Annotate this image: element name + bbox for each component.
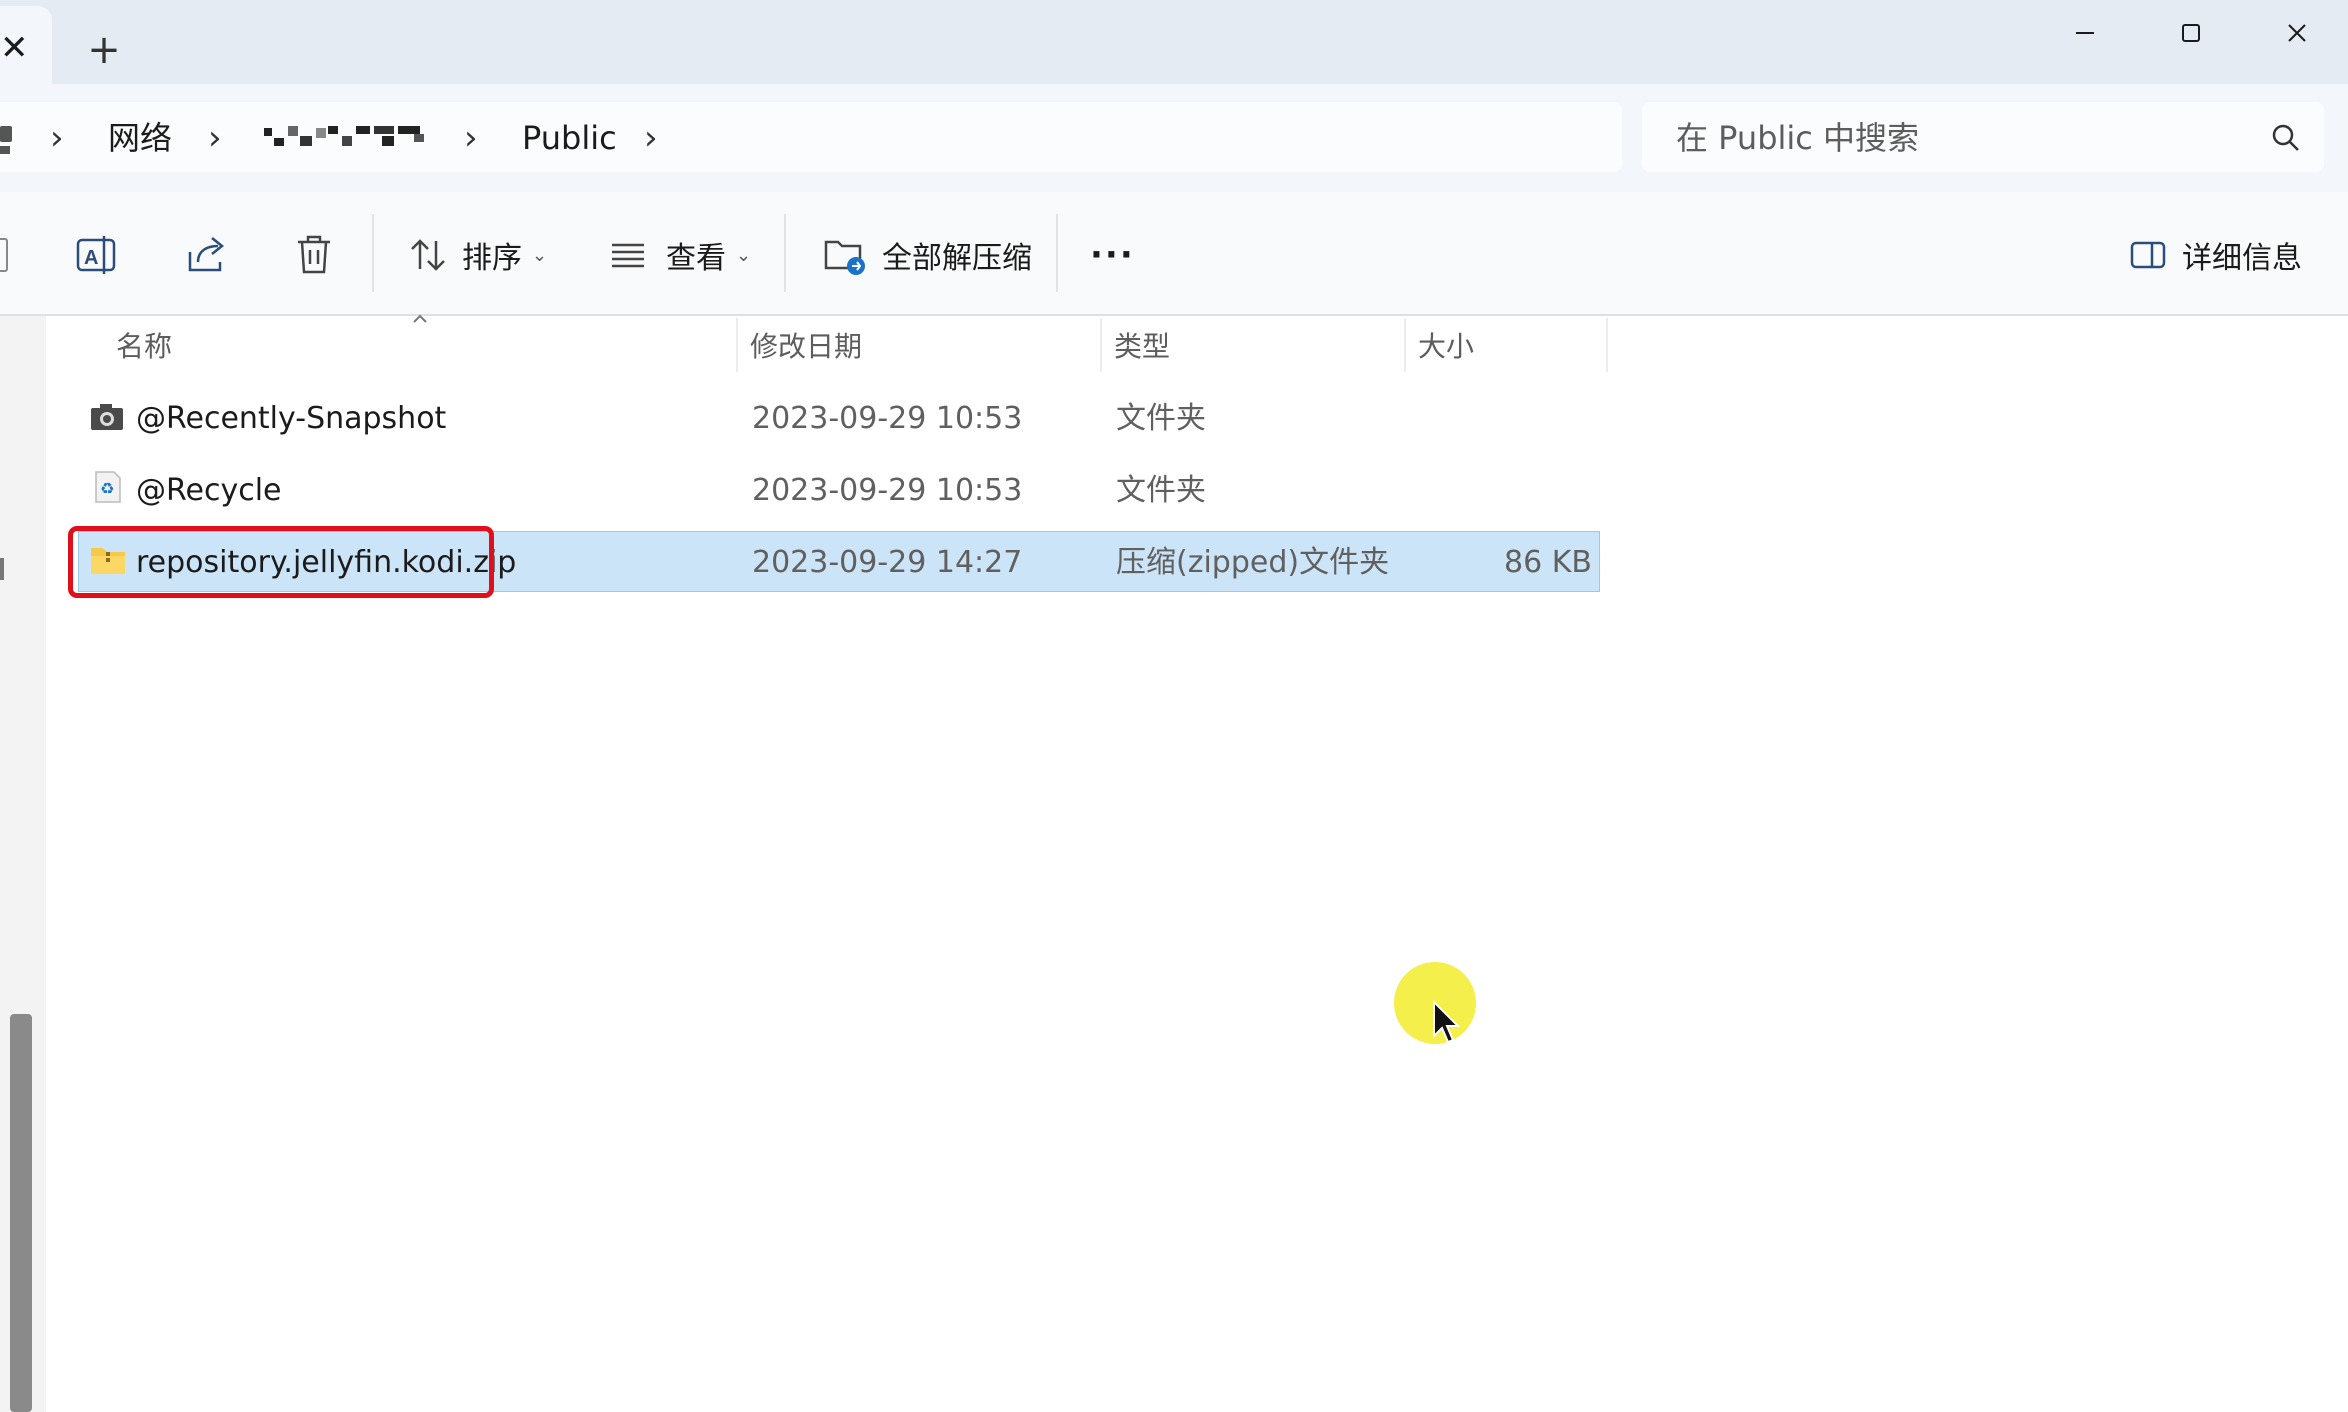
file-date: 2023-09-29 10:53 (752, 401, 1023, 436)
more-options-button[interactable]: ··· (1090, 222, 1135, 288)
sort-ascending-icon (413, 314, 427, 323)
minimize-button[interactable] (2040, 8, 2130, 58)
breadcrumb-separator[interactable]: › (50, 112, 64, 164)
minimize-icon (2076, 32, 2094, 34)
sort-icon (411, 239, 445, 271)
close-icon (2288, 24, 2306, 42)
file-date: 2023-09-29 10:53 (752, 473, 1023, 508)
column-divider[interactable] (1100, 318, 1102, 372)
breadcrumb-separator[interactable]: › (644, 112, 658, 164)
breadcrumb-public[interactable]: Public (522, 112, 617, 164)
maximize-icon (2182, 24, 2200, 42)
details-pane-icon (2130, 241, 2166, 269)
file-type: 文件夹 (1116, 473, 1206, 508)
toolbar-divider (1056, 214, 1058, 292)
maximize-button[interactable] (2146, 8, 2236, 58)
camera-folder-icon (91, 404, 123, 430)
file-name[interactable]: @Recently-Snapshot (136, 390, 446, 448)
share-button[interactable] (184, 222, 230, 288)
details-pane-button[interactable]: 详细信息 (2128, 222, 2302, 288)
nav-item-marker (0, 558, 4, 580)
column-header-name[interactable]: 名称 (116, 316, 172, 378)
network-drive-icon[interactable] (0, 122, 14, 158)
view-label: 查看 (666, 241, 726, 276)
toolbar-divider (372, 214, 374, 292)
sort-button[interactable]: 排序 ⌄ (408, 222, 547, 288)
column-divider[interactable] (1606, 318, 1608, 372)
column-header-date[interactable]: 修改日期 (750, 316, 862, 378)
column-divider[interactable] (1404, 318, 1406, 372)
search-input[interactable]: 在 Public 中搜索 (1676, 112, 1919, 164)
details-label: 详细信息 (2182, 241, 2302, 276)
recycle-folder-icon: ♻ (95, 471, 121, 503)
navigation-scrollbar[interactable] (10, 1014, 32, 1412)
close-button[interactable] (2252, 8, 2342, 58)
toolbar-divider (784, 214, 786, 292)
rename-icon: A (76, 236, 116, 274)
breadcrumb-separator[interactable]: › (464, 112, 478, 164)
file-size: 86 KB (1504, 545, 1592, 580)
delete-button[interactable] (292, 222, 336, 288)
cut-icon[interactable] (0, 238, 8, 272)
search-icon[interactable] (2268, 120, 2304, 156)
extract-icon (824, 240, 865, 275)
new-tab-button[interactable]: + (84, 28, 124, 72)
view-button[interactable]: 查看 ⌄ (608, 222, 751, 288)
tab-close-icon[interactable]: ✕ (0, 28, 29, 68)
rename-button[interactable]: A (74, 222, 120, 288)
breadcrumb-redacted-host[interactable] (264, 122, 430, 152)
chevron-down-icon: ⌄ (736, 244, 752, 266)
chevron-down-icon: ⌄ (532, 244, 548, 266)
breadcrumb-network[interactable]: 网络 (108, 112, 172, 164)
file-name[interactable]: @Recycle (136, 462, 282, 520)
title-bar (0, 0, 2348, 84)
sort-label: 排序 (462, 241, 522, 276)
column-divider[interactable] (736, 318, 738, 372)
mouse-cursor-icon (1433, 1000, 1460, 1044)
extract-all-button[interactable]: 全部解压缩 (822, 222, 1032, 288)
share-icon (188, 237, 225, 272)
more-icon: ··· (1090, 235, 1135, 275)
svg-text:♻: ♻ (100, 479, 114, 498)
column-header-type[interactable]: 类型 (1114, 316, 1170, 378)
command-bar (0, 192, 2348, 316)
annotation-highlight-box (68, 526, 494, 598)
view-icon (612, 243, 644, 268)
file-type: 文件夹 (1116, 401, 1206, 436)
breadcrumb-separator[interactable]: › (208, 112, 222, 164)
file-type: 压缩(zipped)文件夹 (1116, 545, 1390, 580)
file-date: 2023-09-29 14:27 (752, 545, 1023, 580)
delete-icon (298, 235, 330, 274)
extract-all-label: 全部解压缩 (882, 241, 1032, 276)
svg-text:A: A (84, 247, 98, 269)
column-header-size[interactable]: 大小 (1418, 316, 1474, 378)
address-bar[interactable] (0, 102, 1622, 172)
